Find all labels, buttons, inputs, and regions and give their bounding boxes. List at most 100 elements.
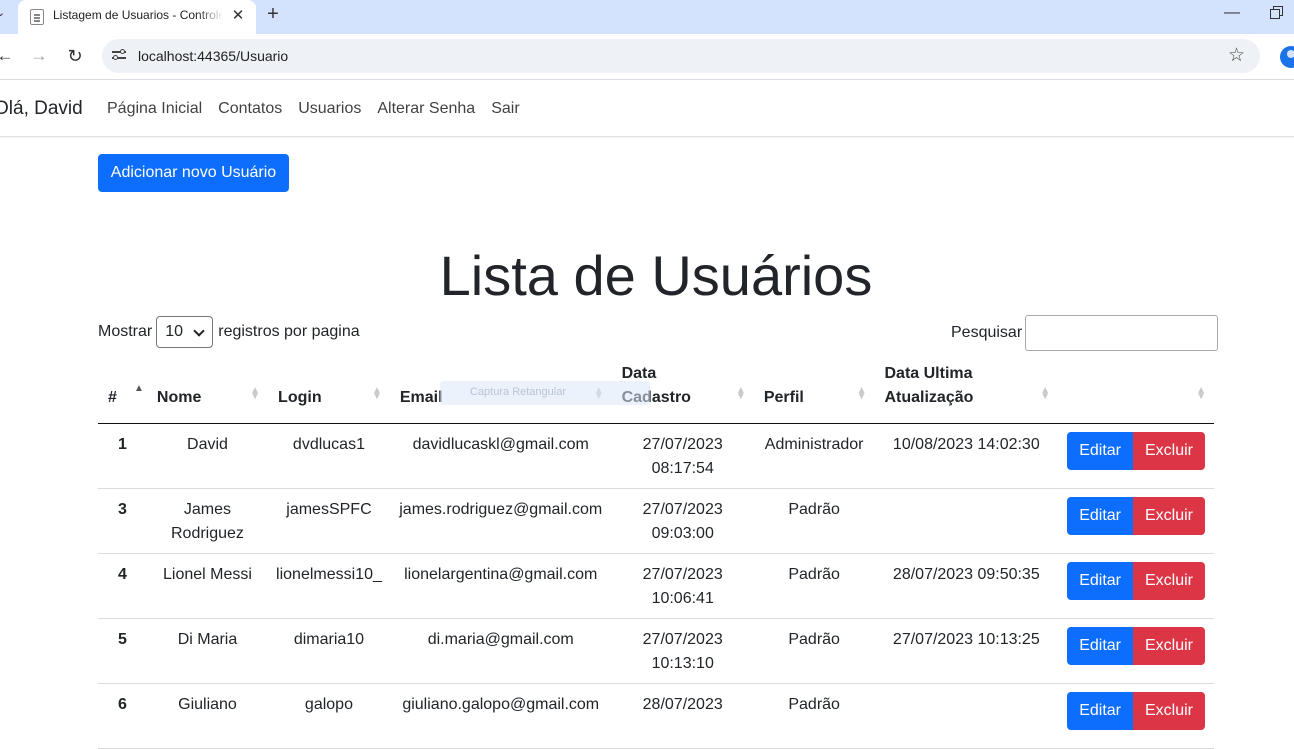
cell-email: james.rodriguez@gmail.com — [389, 488, 612, 554]
cell-data-atualizacao: 10/08/2023 14:02:30 — [874, 423, 1059, 489]
cell-actions: Editar Excluir — [1058, 488, 1214, 554]
cell-email: lionelargentina@gmail.com — [389, 553, 612, 619]
site-navbar: Olá, David Página Inicial Contatos Usuar… — [0, 81, 1294, 137]
cell-nome: James Rodriguez — [146, 488, 269, 554]
page-size-select[interactable]: 10 — [156, 316, 214, 348]
delete-button[interactable]: Excluir — [1132, 432, 1205, 470]
delete-button[interactable]: Excluir — [1132, 562, 1205, 600]
site-info-icon[interactable] — [112, 48, 126, 62]
browser-tab[interactable]: Listagem de Usuarios - ControleContatos … — [18, 0, 256, 34]
cell-perfil: Padrão — [753, 553, 875, 619]
browser-toolbar: ← → ↻ localhost:44365/Usuario ☆ — [0, 34, 1294, 80]
cell-actions: Editar Excluir — [1058, 618, 1214, 684]
delete-button[interactable]: Excluir — [1132, 497, 1205, 535]
cell-data-cadastro: 27/07/2023 10:13:10 — [611, 618, 754, 684]
show-label: Mostrar — [98, 323, 153, 340]
nav-link-pagina-inicial[interactable]: Página Inicial — [107, 100, 202, 118]
table-row: 4 Lionel Messi lionelmessi10_ lionelargenti… — [98, 553, 1214, 619]
records-per-page-label: registros por pagina — [218, 323, 360, 340]
sort-icon: ▲▼ — [250, 385, 261, 402]
search-input[interactable] — [1025, 315, 1219, 351]
column-header-id[interactable]: # ▲ — [98, 362, 147, 424]
cell-login: dvdlucas1 — [268, 423, 390, 489]
edit-button[interactable]: Editar — [1067, 497, 1133, 535]
column-header-actions[interactable]: ▲ ▼ — [1058, 362, 1214, 424]
page-title: Lista de Usuários — [439, 244, 873, 307]
cell-login: lionelmessi10_ — [268, 553, 390, 619]
column-header-login[interactable]: Login ▲ ▼ — [268, 362, 390, 424]
cell-data-atualizacao: 28/07/2023 09:50:35 — [874, 553, 1059, 619]
column-header-perfil[interactable]: Perfil ▲ ▼ — [753, 362, 875, 424]
page-length-control: Mostrar 10 registros por pagina — [98, 316, 360, 348]
user-greeting[interactable]: Olá, David — [0, 98, 83, 120]
profile-avatar-icon[interactable] — [1280, 46, 1294, 68]
table-row: 5 Di Maria dimaria10 di.maria@gmail.com 27/0… — [98, 618, 1214, 684]
sort-icon: ▲▼ — [856, 385, 867, 402]
cell-actions: Editar Excluir — [1058, 553, 1214, 619]
column-header-data-ultima-atualizacao[interactable]: Data Ultima Atualização ▲ ▼ — [874, 362, 1059, 424]
column-header-nome[interactable]: Nome ▲ ▼ — [146, 362, 269, 424]
tab-title: Listagem de Usuarios - ControleContatos — [53, 8, 223, 22]
row-action-group: Editar Excluir — [1067, 562, 1205, 600]
add-user-button[interactable]: Adicionar novo Usuário — [98, 154, 289, 192]
page-size-value: 10 — [165, 323, 184, 340]
cell-data-atualizacao — [874, 488, 1059, 554]
address-bar[interactable]: localhost:44365/Usuario ☆ — [102, 39, 1260, 73]
chevron-down-icon — [193, 324, 205, 337]
delete-button[interactable]: Excluir — [1132, 627, 1205, 665]
table-header-row: #▲ Nome▲▼ Login▲▼ Email▲▼ Data Cadastro▲… — [98, 362, 1214, 424]
close-tab-icon[interactable]: ✕ — [229, 6, 247, 26]
nav-link-contatos[interactable]: Contatos — [218, 100, 282, 118]
cell-actions: Editar Excluir — [1058, 683, 1214, 749]
nav-links: Página Inicial Contatos Usuarios Alterar… — [107, 100, 520, 118]
edit-button[interactable]: Editar — [1067, 432, 1133, 470]
cell-email: giuliano.galopo@gmail.com — [389, 683, 612, 749]
cell-nome: Di Maria — [146, 618, 269, 684]
cell-data-cadastro: 28/07/2023 — [611, 683, 754, 749]
screenshot-tool-overlay: Captura Retangular — [440, 381, 650, 405]
back-arrow-icon[interactable]: ← — [0, 45, 16, 67]
browser-tab-bar: ⌄ Listagem de Usuarios - ControleContato… — [0, 0, 1294, 34]
edit-button[interactable]: Editar — [1067, 692, 1133, 730]
table-row: 3 James Rodriguez jamesSPFC james.rodriguez… — [98, 488, 1214, 554]
minimize-window-icon[interactable]: — — [1224, 4, 1240, 22]
table-search-control: Pesquisar — [951, 315, 1219, 351]
cell-perfil: Padrão — [753, 618, 875, 684]
cell-id: 5 — [98, 618, 147, 684]
delete-button[interactable]: Excluir — [1132, 692, 1205, 730]
cell-data-cadastro: 27/07/2023 09:03:00 — [611, 488, 754, 554]
cell-nome: Giuliano — [146, 683, 269, 749]
cell-data-atualizacao — [874, 683, 1059, 749]
cell-perfil: Padrão — [753, 683, 875, 749]
cell-id: 1 — [98, 423, 147, 489]
sort-icon: ▲▼ — [1040, 385, 1051, 402]
new-tab-icon[interactable]: + — [263, 3, 283, 27]
cell-email: davidlucaskl@gmail.com — [389, 423, 612, 489]
restore-window-icon[interactable] — [1270, 6, 1284, 20]
page-favicon-icon — [30, 9, 44, 25]
bookmark-star-icon[interactable]: ☆ — [1228, 44, 1245, 67]
nav-link-sair[interactable]: Sair — [491, 100, 519, 118]
cell-actions: Editar Excluir — [1058, 423, 1214, 489]
sort-icon: ▲▼ — [371, 385, 382, 402]
url-text[interactable]: localhost:44365/Usuario — [138, 48, 288, 64]
tab-search-chevron-icon[interactable]: ⌄ — [0, 6, 10, 28]
edit-button[interactable]: Editar — [1067, 562, 1133, 600]
forward-arrow-icon[interactable]: → — [28, 45, 50, 67]
cell-id: 4 — [98, 553, 147, 619]
row-action-group: Editar Excluir — [1067, 497, 1205, 535]
edit-button[interactable]: Editar — [1067, 627, 1133, 665]
row-action-group: Editar Excluir — [1067, 692, 1205, 730]
cell-login: dimaria10 — [268, 618, 390, 684]
search-label: Pesquisar — [951, 324, 1023, 341]
sort-icon: ▲▼ — [735, 385, 746, 402]
users-table: #▲ Nome▲▼ Login▲▼ Email▲▼ Data Cadastro▲… — [98, 362, 1214, 749]
nav-link-alterar-senha[interactable]: Alterar Senha — [377, 100, 475, 118]
cell-login: galopo — [268, 683, 390, 749]
reload-icon[interactable]: ↻ — [64, 45, 86, 67]
nav-link-usuarios[interactable]: Usuarios — [298, 100, 361, 118]
cell-data-cadastro: 27/07/2023 10:06:41 — [611, 553, 754, 619]
sort-ascending-icon: ▲ — [134, 383, 144, 394]
cell-perfil: Padrão — [753, 488, 875, 554]
cell-data-atualizacao: 27/07/2023 10:13:25 — [874, 618, 1059, 684]
